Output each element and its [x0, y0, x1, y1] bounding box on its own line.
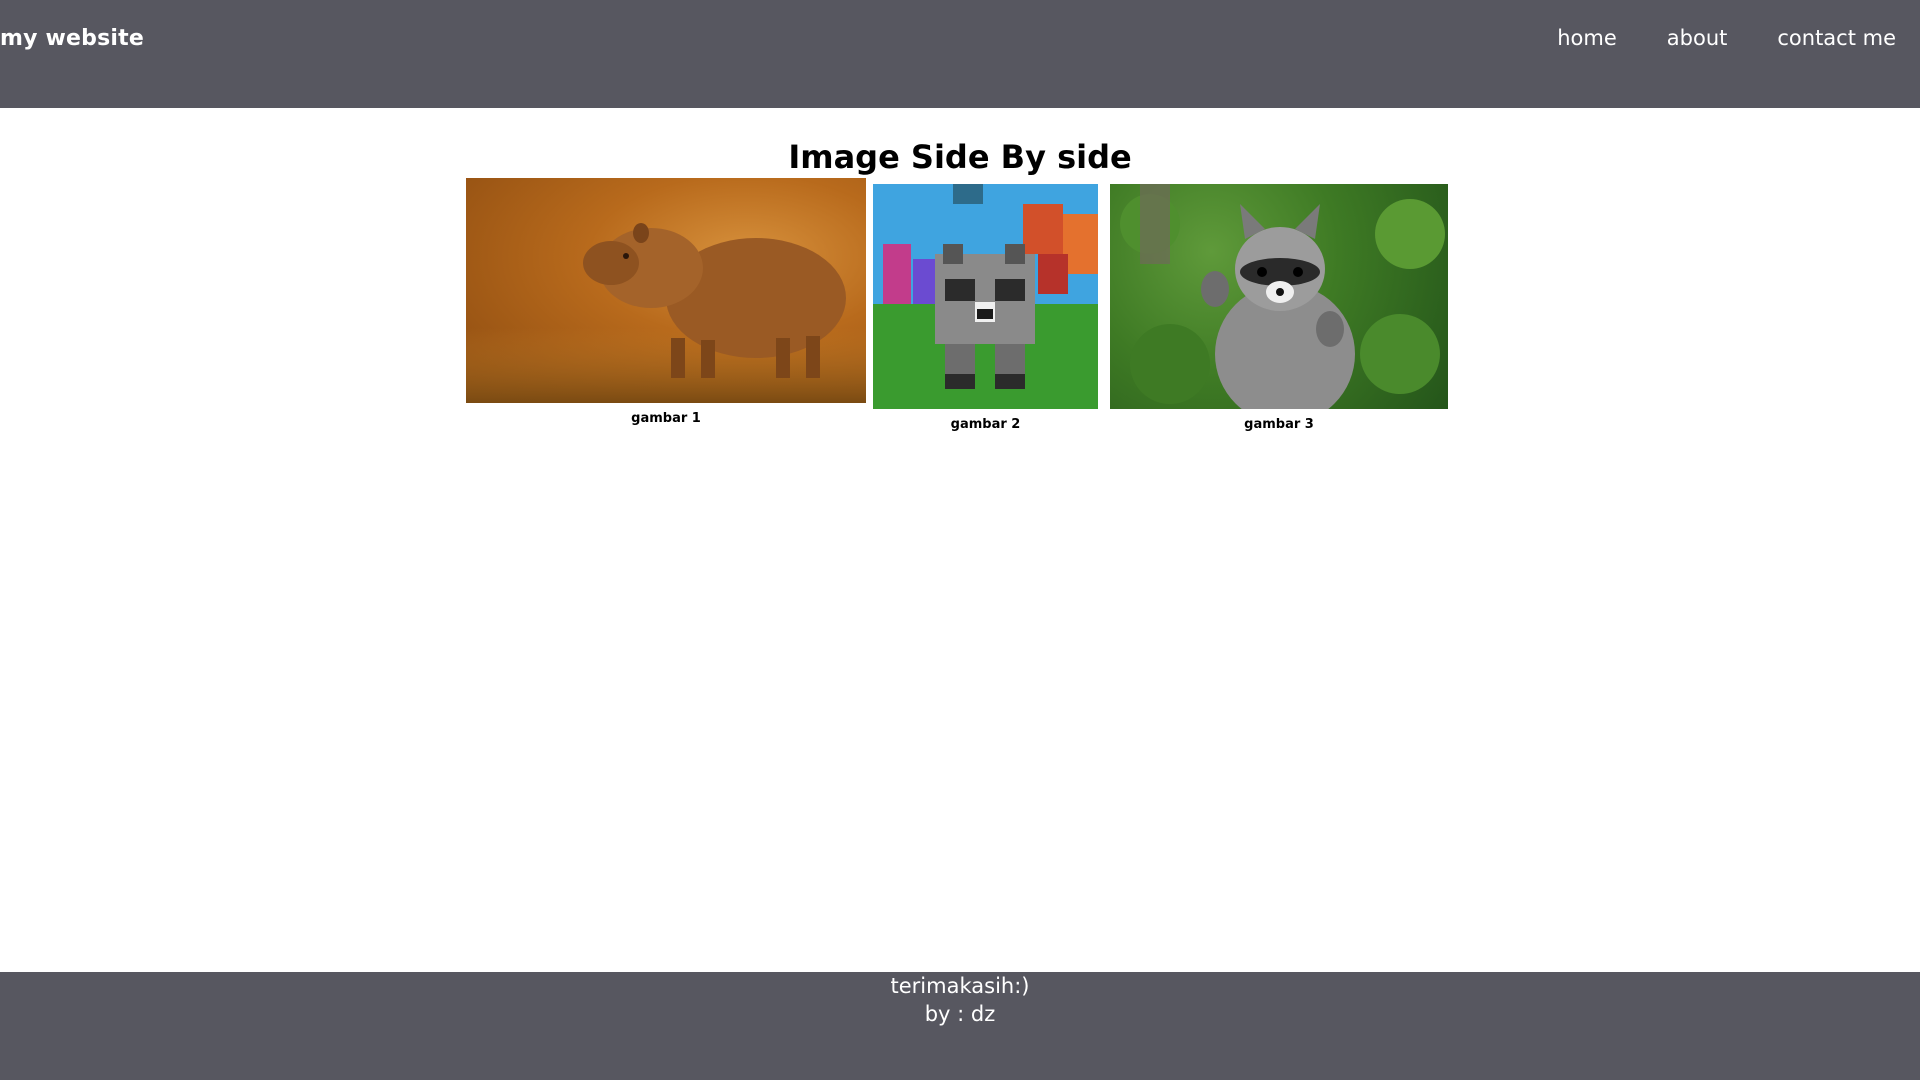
figure-2-caption: gambar 2	[950, 417, 1021, 432]
figure-3: gambar 3	[1110, 184, 1448, 436]
figure-1: gambar 1	[466, 178, 866, 430]
minecraft-raccoon-illustration	[873, 184, 1098, 409]
minecraft-raccoon-image	[873, 184, 1098, 409]
footer-thanks: terimakasih:)	[890, 974, 1030, 998]
nav-about-link[interactable]: about	[1667, 26, 1728, 50]
site-brand[interactable]: my website	[0, 26, 144, 51]
capybara-image	[466, 178, 866, 403]
figure-2: gambar 2	[873, 184, 1098, 436]
page: my website home about contact me Image S…	[0, 0, 1920, 1080]
figure-3-caption: gambar 3	[1244, 417, 1314, 432]
nav-home-link[interactable]: home	[1557, 26, 1617, 50]
nav-contact-link[interactable]: contact me	[1777, 26, 1896, 50]
capybara-illustration	[466, 223, 866, 403]
figure-1-caption: gambar 1	[631, 411, 701, 426]
main-nav: home about contact me	[1557, 26, 1896, 50]
page-title: Image Side By side	[788, 138, 1132, 176]
raccoon-illustration	[1120, 184, 1445, 409]
site-header: my website home about contact me	[0, 0, 1920, 108]
footer-credit: by : dz	[924, 1002, 996, 1026]
site-footer: terimakasih:) by : dz	[0, 972, 1920, 1080]
raccoon-image	[1110, 184, 1448, 409]
